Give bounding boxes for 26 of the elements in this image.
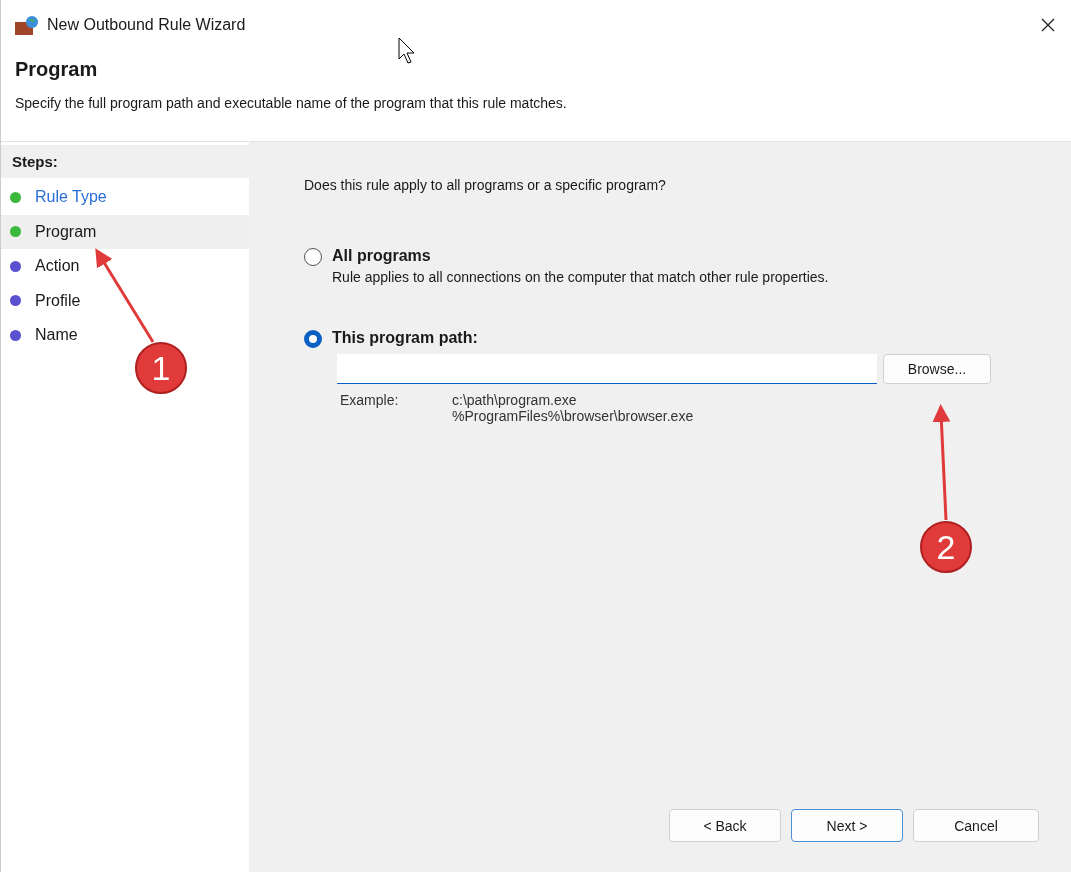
close-icon xyxy=(1041,18,1055,32)
steps-heading: Steps: xyxy=(1,145,249,178)
program-path-field[interactable] xyxy=(337,354,877,384)
page-description: Specify the full program path and executable name of the program that this rule matches. xyxy=(15,95,568,111)
wizard-button[interactable]: < Back xyxy=(669,809,781,842)
wizard-button[interactable]: Cancel xyxy=(913,809,1039,842)
example-path: %ProgramFiles%\browser\browser.exe xyxy=(452,408,695,424)
window-title: New Outbound Rule Wizard xyxy=(47,16,247,34)
step-item[interactable]: Program xyxy=(1,214,249,249)
question-text: Does this rule apply to all programs or a specific program? xyxy=(304,177,667,193)
page-heading: Program xyxy=(15,58,99,81)
step-item[interactable]: Action xyxy=(1,249,249,284)
example-label: Example: xyxy=(340,392,400,410)
number-badge: 1 xyxy=(135,342,187,394)
radio-button[interactable] xyxy=(304,248,322,266)
radio-button[interactable] xyxy=(304,330,322,348)
option-label[interactable]: All programs xyxy=(332,247,829,265)
step-item[interactable]: Profile xyxy=(1,283,249,318)
example-path: c:\path\program.exe xyxy=(452,392,578,408)
pointer-cursor-icon xyxy=(398,37,416,65)
firewall-icon xyxy=(15,14,39,36)
wizard-button[interactable]: Next > xyxy=(791,809,903,842)
step-item[interactable]: Rule Type xyxy=(1,180,249,215)
option-label[interactable]: This program path: xyxy=(332,329,478,347)
option-description: Rule applies to all connections on the computer that match other rule properties. xyxy=(332,269,829,285)
browse-button[interactable]: Browse... xyxy=(883,354,991,384)
